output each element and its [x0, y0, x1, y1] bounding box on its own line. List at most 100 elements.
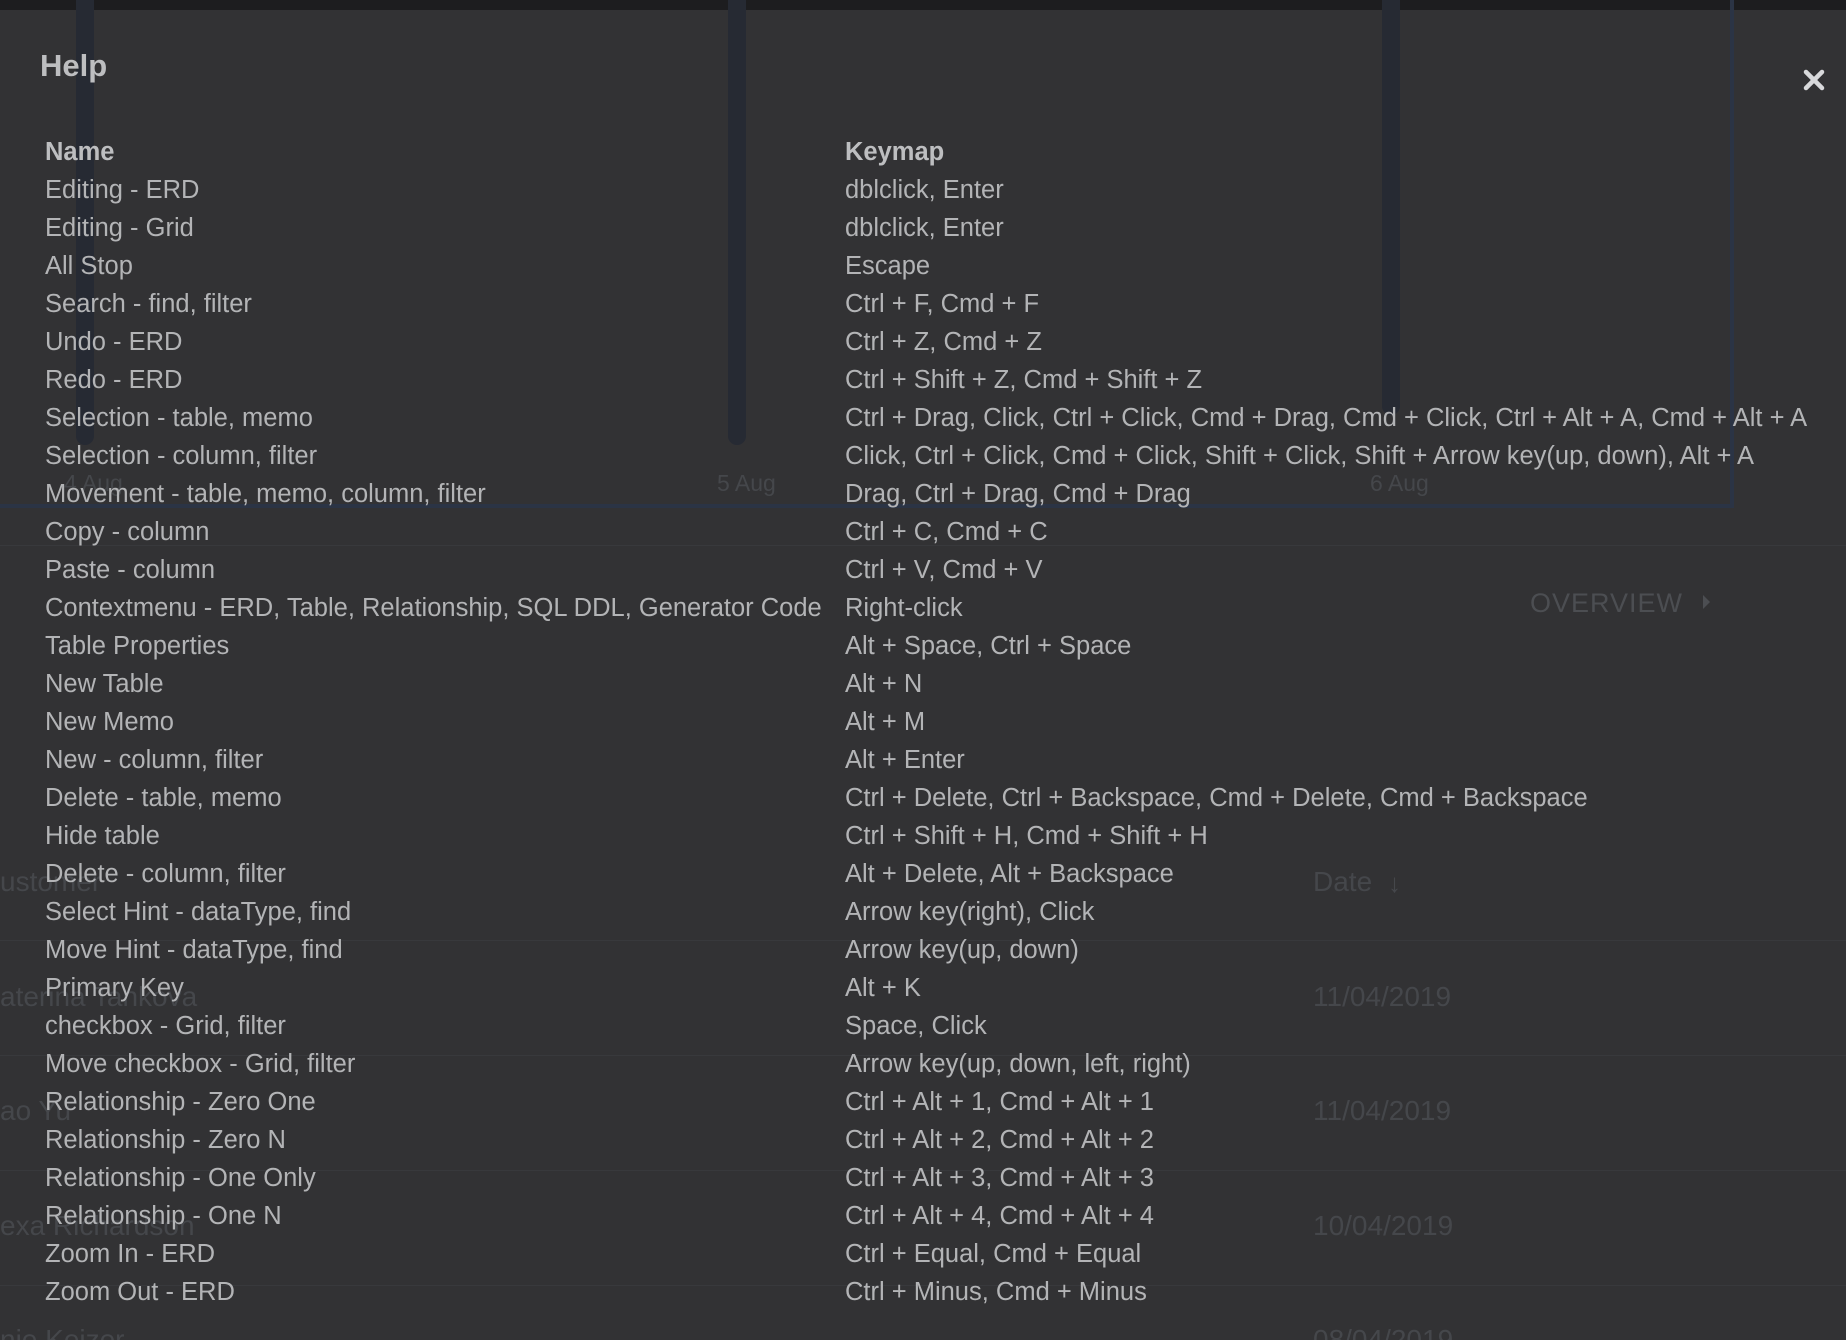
shortcut-name: Selection - table, memo	[45, 404, 313, 432]
shortcut-keymap: Drag, Ctrl + Drag, Cmd + Drag	[845, 480, 1191, 508]
column-header-name: Name	[45, 138, 115, 166]
table-row: checkbox - Grid, filter Space, Click	[45, 1007, 1807, 1045]
table-row: Redo - ERD Ctrl + Shift + Z, Cmd + Shift …	[45, 361, 1807, 399]
shortcut-name: Relationship - Zero One	[45, 1088, 316, 1116]
shortcut-name: Contextmenu - ERD, Table, Relationship, …	[45, 594, 822, 622]
table-row: New Table Alt + N	[45, 665, 1807, 703]
shortcut-name: New Memo	[45, 708, 174, 736]
shortcut-keymap: Ctrl + Delete, Ctrl + Backspace, Cmd + D…	[845, 784, 1588, 812]
shortcut-keymap: Alt + Space, Ctrl + Space	[845, 632, 1132, 660]
shortcut-keymap: Arrow key(right), Click	[845, 898, 1095, 926]
shortcut-keymap: Space, Click	[845, 1012, 987, 1040]
table-row: Move Hint - dataType, find Arrow key(up, …	[45, 931, 1807, 969]
shortcut-keymap: dblclick, Enter	[845, 214, 1004, 242]
table-row: Select Hint - dataType, find Arrow key(ri…	[45, 893, 1807, 931]
shortcut-keymap: Arrow key(up, down)	[845, 936, 1079, 964]
table-header-row: Name Keymap	[45, 133, 1807, 171]
shortcut-keymap: Ctrl + Minus, Cmd + Minus	[845, 1278, 1147, 1306]
shortcut-keymap: Alt + N	[845, 670, 923, 698]
shortcut-name: Selection - column, filter	[45, 442, 318, 470]
table-row: Relationship - One N Ctrl + Alt + 4, Cmd …	[45, 1197, 1807, 1235]
shortcut-name: Relationship - One Only	[45, 1164, 316, 1192]
shortcut-name: Undo - ERD	[45, 328, 183, 356]
shortcut-keymap: Ctrl + F, Cmd + F	[845, 290, 1040, 318]
shortcut-keymap: Alt + Delete, Alt + Backspace	[845, 860, 1174, 888]
close-button[interactable]	[1796, 62, 1832, 98]
table-row: Table Properties Alt + Space, Ctrl + Spac…	[45, 627, 1807, 665]
keymap-table-body: Editing - ERD dblclick, Enter Editing - Gr…	[45, 171, 1807, 1311]
table-row: Zoom Out - ERD Ctrl + Minus, Cmd + Minus	[45, 1273, 1807, 1311]
table-row: New - column, filter Alt + Enter	[45, 741, 1807, 779]
shortcut-name: Editing - Grid	[45, 214, 194, 242]
shortcut-name: Paste - column	[45, 556, 216, 584]
shortcut-keymap: Alt + K	[845, 974, 921, 1002]
table-row: Delete - table, memo Ctrl + Delete, Ctrl …	[45, 779, 1807, 817]
column-header-keymap: Keymap	[845, 138, 945, 166]
shortcut-keymap: Ctrl + Alt + 1, Cmd + Alt + 1	[845, 1088, 1154, 1116]
table-row: Undo - ERD Ctrl + Z, Cmd + Z	[45, 323, 1807, 361]
shortcut-keymap: Ctrl + Equal, Cmd + Equal	[845, 1240, 1142, 1268]
shortcut-name: Move checkbox - Grid, filter	[45, 1050, 356, 1078]
table-row-date: 08/04/2019	[1313, 1324, 1454, 1340]
table-row: Primary Key Alt + K	[45, 969, 1807, 1007]
shortcut-name: New - column, filter	[45, 746, 264, 774]
table-row: Relationship - Zero One Ctrl + Alt + 1, C…	[45, 1083, 1807, 1121]
shortcut-name: Table Properties	[45, 632, 230, 660]
table-row: Zoom In - ERD Ctrl + Equal, Cmd + Equal	[45, 1235, 1807, 1273]
shortcut-keymap: Ctrl + Alt + 3, Cmd + Alt + 3	[845, 1164, 1154, 1192]
shortcut-name: Search - find, filter	[45, 290, 252, 318]
shortcut-keymap: Alt + M	[845, 708, 926, 736]
table-row: Copy - column Ctrl + C, Cmd + C	[45, 513, 1807, 551]
shortcut-keymap: Arrow key(up, down, left, right)	[845, 1050, 1191, 1078]
shortcut-name: Copy - column	[45, 518, 210, 546]
shortcut-keymap: Alt + Enter	[845, 746, 965, 774]
close-icon	[1803, 69, 1825, 91]
shortcut-name: Select Hint - dataType, find	[45, 898, 352, 926]
table-row: Editing - Grid dblclick, Enter	[45, 209, 1807, 247]
shortcut-keymap: Ctrl + Drag, Click, Ctrl + Click, Cmd + …	[845, 404, 1808, 432]
shortcut-keymap: Ctrl + Alt + 2, Cmd + Alt + 2	[845, 1126, 1154, 1154]
shortcut-keymap: Ctrl + Alt + 4, Cmd + Alt + 4	[845, 1202, 1154, 1230]
table-row: Delete - column, filter Alt + Delete, Alt…	[45, 855, 1807, 893]
help-title: Help	[40, 48, 108, 83]
shortcut-keymap: Ctrl + V, Cmd + V	[845, 556, 1043, 584]
shortcut-name: Delete - table, memo	[45, 784, 282, 812]
table-row: All Stop Escape	[45, 247, 1807, 285]
shortcut-keymap: Ctrl + C, Cmd + C	[845, 518, 1048, 546]
table-row-customer: nie Keizer	[0, 1324, 125, 1340]
shortcut-name: Editing - ERD	[45, 176, 200, 204]
shortcut-keymap: Right-click	[845, 594, 963, 622]
shortcut-name: checkbox - Grid, filter	[45, 1012, 286, 1040]
shortcut-name: Movement - table, memo, column, filter	[45, 480, 486, 508]
shortcut-keymap: dblclick, Enter	[845, 176, 1004, 204]
shortcut-keymap: Ctrl + Shift + H, Cmd + Shift + H	[845, 822, 1208, 850]
table-row: Search - find, filter Ctrl + F, Cmd + F	[45, 285, 1807, 323]
keymap-table: Name Keymap Editing - ERD dblclick, Enter…	[45, 133, 1807, 1311]
shortcut-name: Hide table	[45, 822, 160, 850]
table-row: Movement - table, memo, column, filter Dr…	[45, 475, 1807, 513]
table-row: Contextmenu - ERD, Table, Relationship, …	[45, 589, 1807, 627]
table-row: Selection - table, memo Ctrl + Drag, Clic…	[45, 399, 1807, 437]
shortcut-name: All Stop	[45, 252, 133, 280]
table-row: Move checkbox - Grid, filter Arrow key(up…	[45, 1045, 1807, 1083]
shortcut-name: Zoom In - ERD	[45, 1240, 216, 1268]
shortcut-name: New Table	[45, 670, 164, 698]
shortcut-keymap: Ctrl + Z, Cmd + Z	[845, 328, 1042, 356]
shortcut-name: Redo - ERD	[45, 366, 183, 394]
table-row: Paste - column Ctrl + V, Cmd + V	[45, 551, 1807, 589]
shortcut-name: Relationship - One N	[45, 1202, 282, 1230]
table-row: Hide table Ctrl + Shift + H, Cmd + Shift …	[45, 817, 1807, 855]
shortcut-keymap: Escape	[845, 252, 931, 280]
shortcut-name: Primary Key	[45, 974, 184, 1002]
shortcut-name: Delete - column, filter	[45, 860, 286, 888]
shortcut-name: Zoom Out - ERD	[45, 1278, 235, 1306]
table-row: Editing - ERD dblclick, Enter	[45, 171, 1807, 209]
shortcut-name: Relationship - Zero N	[45, 1126, 286, 1154]
table-row: Relationship - One Only Ctrl + Alt + 3, C…	[45, 1159, 1807, 1197]
shortcut-keymap: Ctrl + Shift + Z, Cmd + Shift + Z	[845, 366, 1203, 394]
table-row: Selection - column, filter Click, Ctrl + …	[45, 437, 1807, 475]
shortcut-keymap: Click, Ctrl + Click, Cmd + Click, Shift …	[845, 442, 1755, 470]
table-row: Relationship - Zero N Ctrl + Alt + 2, Cmd…	[45, 1121, 1807, 1159]
shortcut-name: Move Hint - dataType, find	[45, 936, 343, 964]
table-row: New Memo Alt + M	[45, 703, 1807, 741]
